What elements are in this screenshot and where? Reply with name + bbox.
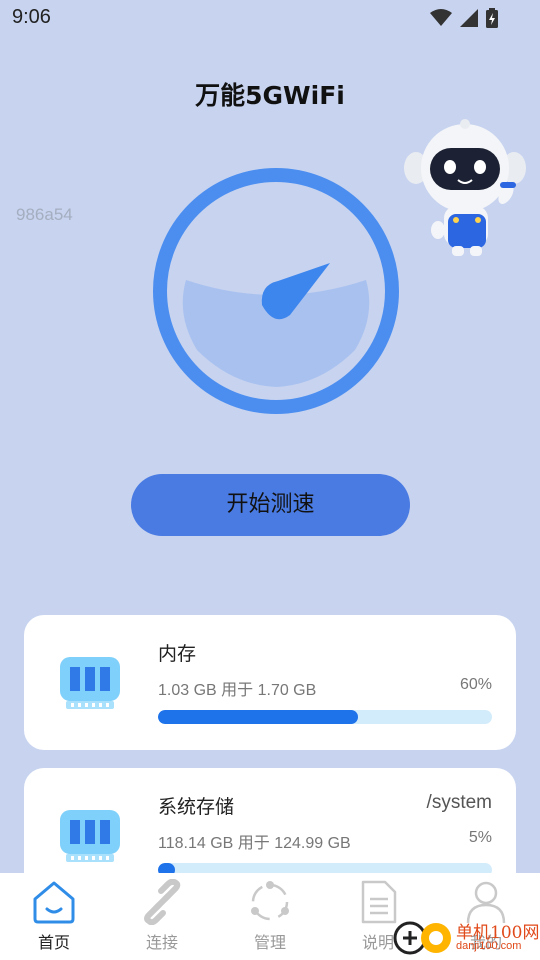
status-bar: 9:06 (0, 0, 540, 36)
card-usage-text: 1.03 GB 用于 1.70 GB (158, 682, 317, 699)
nav-item-manage[interactable]: 管理 (216, 873, 324, 960)
status-time: 9:06 (12, 6, 51, 28)
link-icon (144, 879, 181, 925)
battery-charging-icon (486, 8, 498, 28)
wifi-icon (430, 9, 452, 26)
card-title: 内存 (158, 643, 197, 665)
nav-item-connect[interactable]: 连接 (108, 873, 216, 960)
card-mount-path: /system (426, 792, 492, 813)
nav-label: 管理 (253, 933, 286, 952)
card-usage-text: 118.14 GB 用于 124.99 GB (158, 835, 351, 852)
nav-label: 首页 (37, 933, 70, 952)
nav-item-home[interactable]: 首页 (0, 873, 108, 960)
watermark-url: danji100.com (456, 940, 522, 952)
home-icon (33, 881, 75, 924)
card-percent: 5% (468, 829, 492, 846)
device-id: 986a54 (16, 205, 73, 224)
robot-mascot-icon (404, 119, 526, 256)
cell-signal-icon (460, 9, 478, 27)
memory-progress-bar (158, 710, 492, 724)
memory-card[interactable]: 内存 1.03 GB 用于 1.70 GB 60% (24, 615, 516, 750)
speed-gauge (153, 168, 399, 414)
start-speed-test-button[interactable]: 开始测速 (131, 474, 410, 536)
card-title: 系统存储 (158, 796, 235, 818)
manage-icon (251, 881, 289, 921)
card-percent: 60% (459, 676, 492, 693)
nav-label: 连接 (145, 933, 178, 952)
storage-chip-icon (60, 810, 120, 862)
progress-fill (158, 710, 359, 724)
ram-chip-icon (60, 657, 120, 709)
site-watermark: 单机100网 danji100.com (392, 918, 540, 960)
nav-label: 说明 (361, 933, 394, 952)
status-icons (430, 8, 498, 28)
app-title: 万能5GWiFi (195, 81, 345, 110)
watermark-logo-icon (393, 921, 451, 955)
